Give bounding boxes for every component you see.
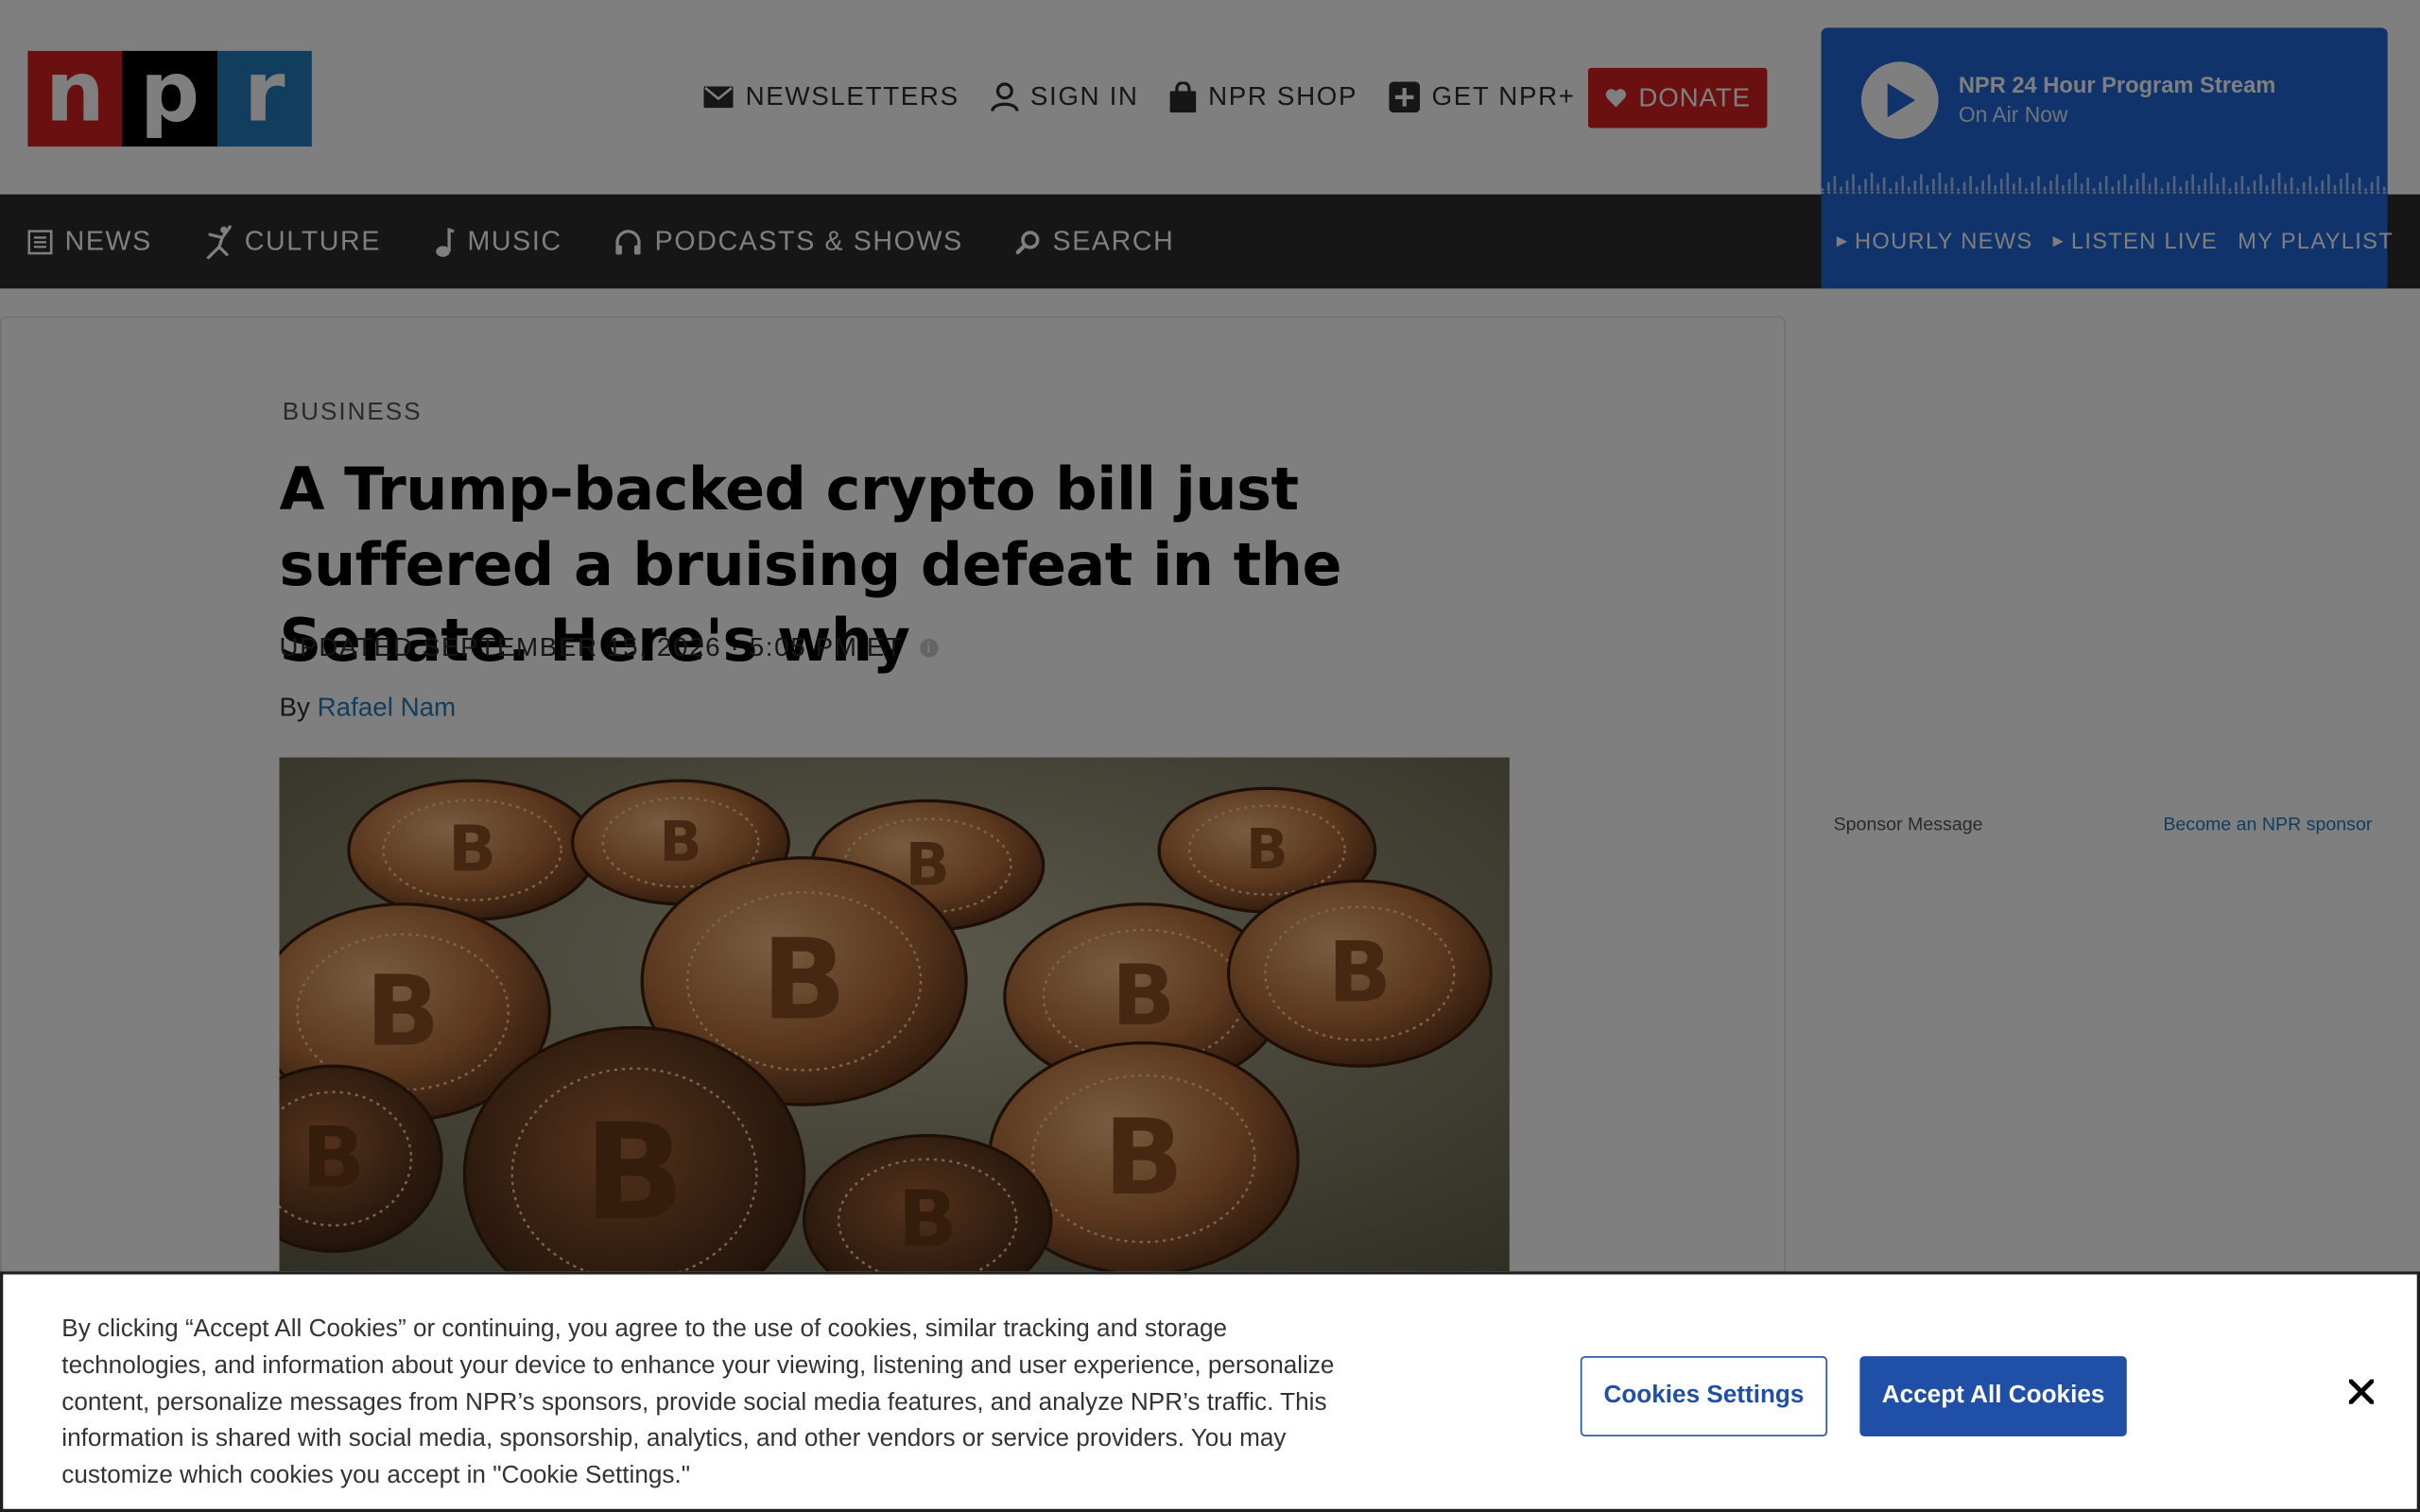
close-banner-button[interactable] bbox=[2340, 1370, 2383, 1414]
cookies-settings-button[interactable]: Cookies Settings bbox=[1580, 1356, 1828, 1436]
close-icon bbox=[2348, 1379, 2375, 1404]
cookie-consent-banner: By clicking “Accept All Cookies” or cont… bbox=[0, 1271, 2420, 1512]
accept-all-cookies-button[interactable]: Accept All Cookies bbox=[1859, 1356, 2127, 1436]
cookie-policy-text: By clicking “Accept All Cookies” or cont… bbox=[61, 1315, 1335, 1489]
